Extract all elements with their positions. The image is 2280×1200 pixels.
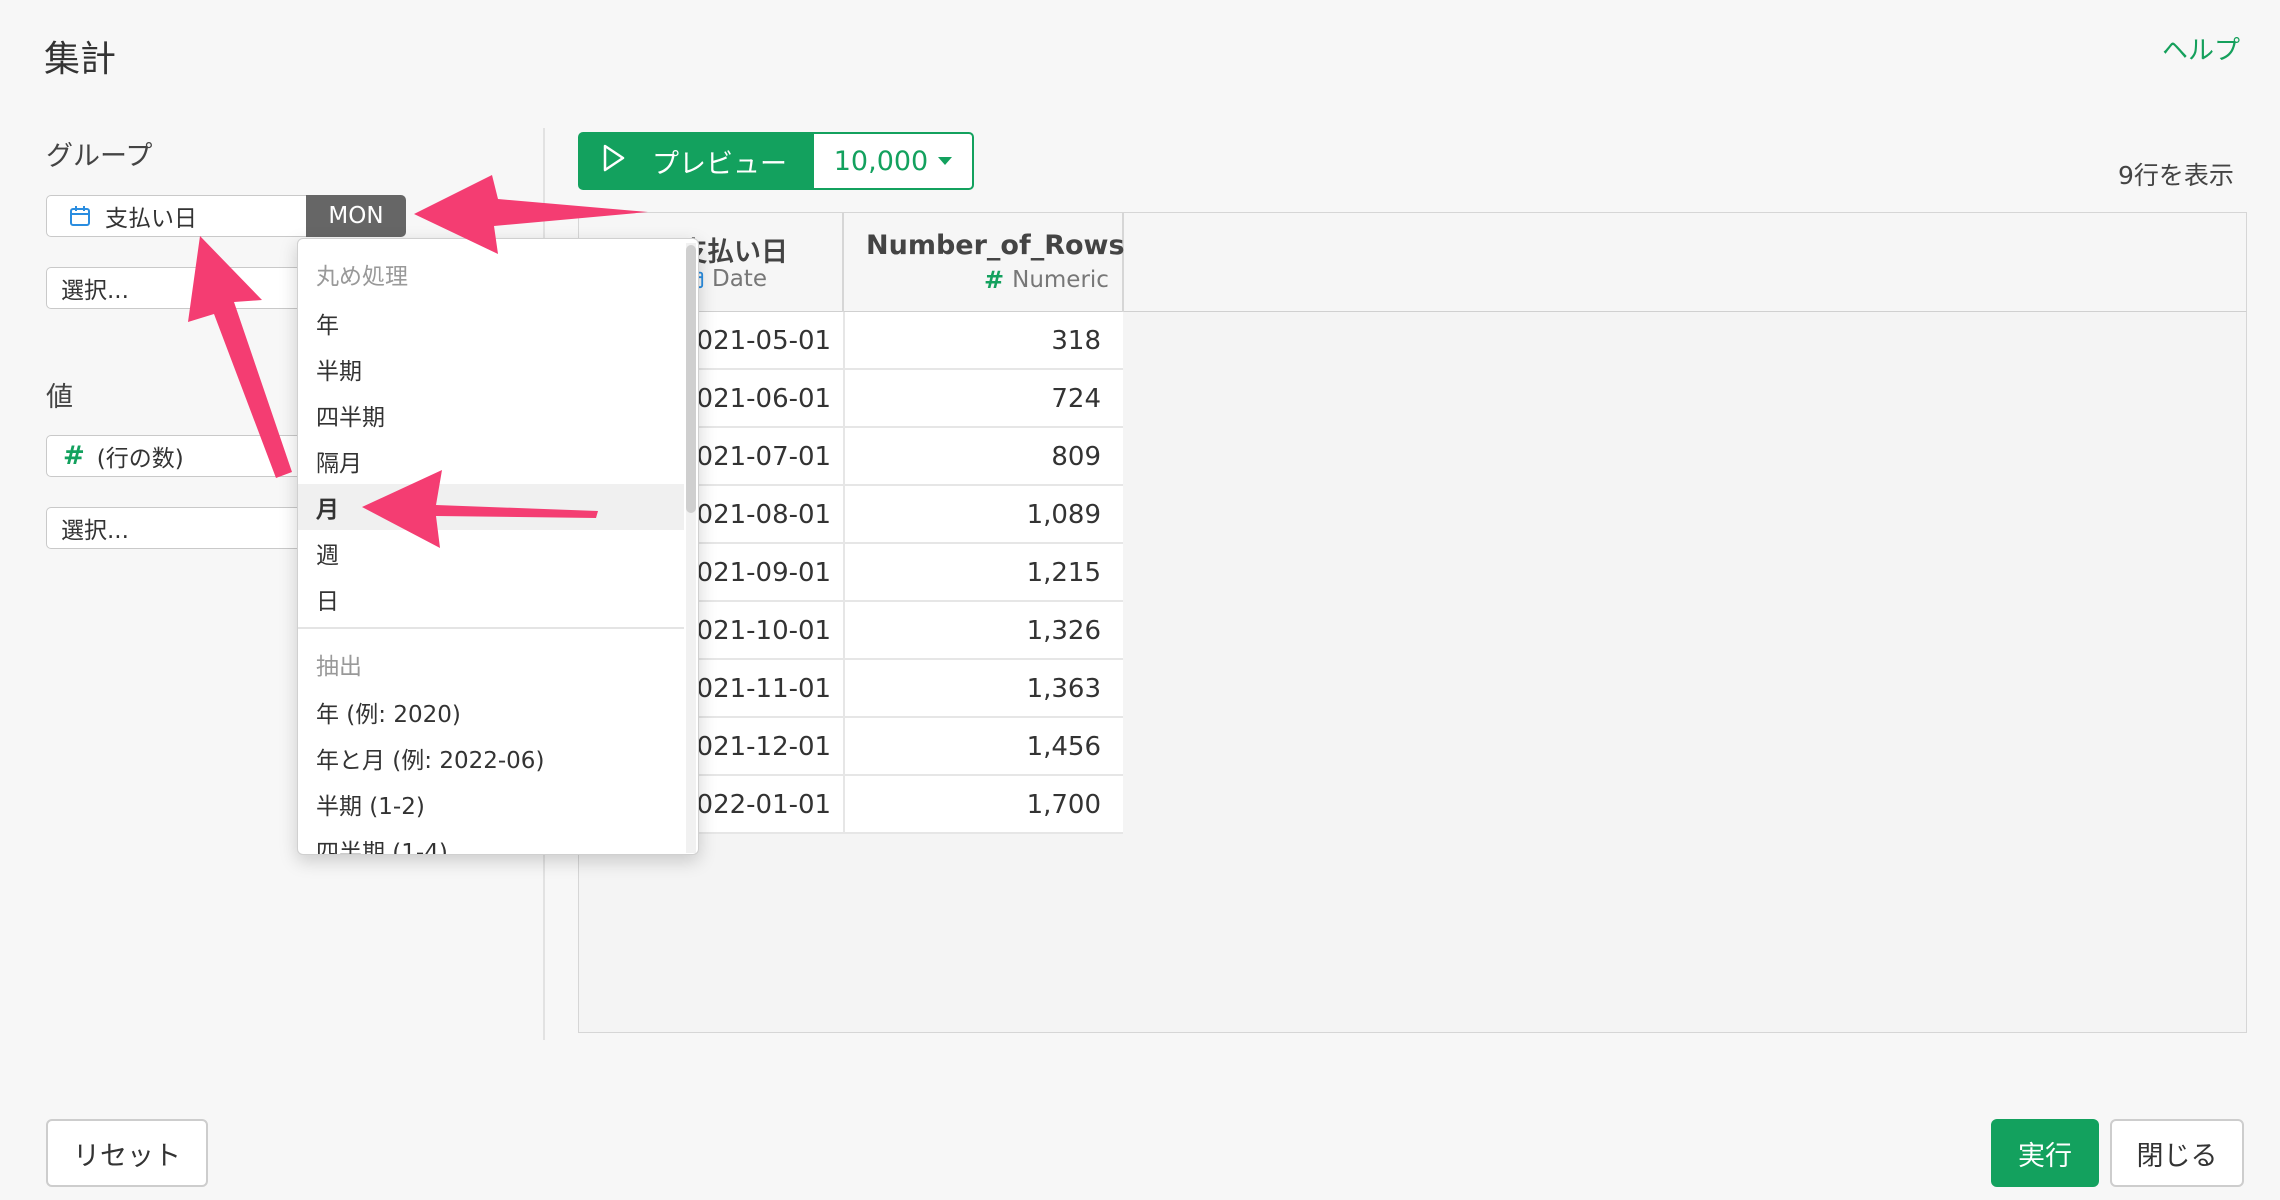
group-select-placeholder: 選択... (61, 278, 129, 304)
value-label: 値 (46, 382, 73, 413)
calendar-icon (69, 205, 91, 227)
cell-separator (843, 370, 845, 428)
dropdown-item-quarter[interactable]: 四半期 (298, 392, 684, 438)
cell-number-of-rows: 1,326 (1026, 616, 1101, 646)
value-select-placeholder: 選択... (61, 518, 129, 544)
dropdown-item-day[interactable]: 日 (298, 576, 684, 622)
dropdown-item-bimonth[interactable]: 隔月 (298, 438, 684, 484)
help-link[interactable]: ヘルプ (2162, 30, 2240, 67)
cell-payment-date: 2021-09-01 (680, 558, 832, 588)
cell-separator (843, 602, 845, 660)
cell-number-of-rows: 724 (1051, 384, 1101, 414)
row-limit-value: 10,000 (833, 145, 929, 177)
dropdown-item-year[interactable]: 年 (298, 300, 684, 346)
cell-separator (843, 486, 845, 544)
preview-button-label: プレビュー (652, 148, 787, 180)
cell-payment-date: 2021-10-01 (680, 616, 832, 646)
group-select[interactable]: 選択... (46, 267, 308, 309)
cell-number-of-rows: 318 (1051, 326, 1101, 356)
reset-button[interactable]: リセット (46, 1119, 208, 1187)
column-separator (1122, 212, 1124, 312)
group-field[interactable]: 支払い日 (46, 195, 308, 237)
column-type-label: Numeric (1012, 267, 1109, 293)
dropdown-item-extract-half[interactable]: 半期 (1-2) (298, 781, 684, 827)
cell-number-of-rows: 1,363 (1026, 674, 1101, 704)
cell-payment-date: 2021-08-01 (680, 500, 832, 530)
table-header (578, 212, 2247, 312)
cell-payment-date: 2021-07-01 (680, 442, 832, 472)
cell-separator (843, 718, 845, 776)
cell-number-of-rows: 1,456 (1026, 732, 1101, 762)
value-select[interactable]: 選択... (46, 507, 308, 549)
cell-number-of-rows: 1,700 (1026, 790, 1101, 820)
dropdown-scrollbar-thumb[interactable] (686, 245, 696, 513)
cell-separator (843, 428, 845, 486)
dropdown-item-extract-year[interactable]: 年 (例: 2020) (298, 689, 684, 735)
cell-separator (843, 544, 845, 602)
caret-down-icon (938, 157, 953, 165)
dropdown-item-extract-quarter[interactable]: 四半期 (1-4) (298, 827, 684, 854)
cell-number-of-rows: 809 (1051, 442, 1101, 472)
dropdown-item-half-year[interactable]: 半期 (298, 346, 684, 392)
cell-payment-date: 2021-05-01 (680, 326, 832, 356)
preview-button[interactable]: プレビュー (578, 132, 814, 190)
group-label: グループ (46, 141, 153, 172)
rounding-function-dropdown[interactable]: 丸め処理 年 半期 四半期 隔月 月 週 日 抽出 年 (例: 2020) 年と… (297, 238, 699, 855)
dropdown-item-extract-year-month[interactable]: 年と月 (例: 2022-06) (298, 735, 684, 781)
cell-payment-date: 2022-01-01 (680, 790, 832, 820)
cell-payment-date: 2021-06-01 (680, 384, 832, 414)
column-type-numeric: # Numeric (984, 266, 1109, 294)
dropdown-divider (298, 627, 684, 629)
close-button[interactable]: 閉じる (2110, 1119, 2244, 1187)
cell-number-of-rows: 1,215 (1026, 558, 1101, 588)
cell-payment-date: 2021-12-01 (680, 732, 832, 762)
row-limit-dropdown[interactable]: 10,000 (814, 132, 974, 190)
dropdown-section-extract: 抽出 (316, 654, 362, 680)
group-field-name: 支払い日 (105, 206, 197, 232)
cell-separator (843, 660, 845, 718)
cell-separator (843, 776, 845, 834)
dropdown-item-month[interactable]: 月 (298, 484, 684, 530)
cell-separator (843, 312, 845, 370)
dropdown-item-week[interactable]: 週 (298, 530, 684, 576)
column-separator (842, 212, 844, 312)
cell-payment-date: 2021-11-01 (680, 674, 832, 704)
play-icon (602, 144, 626, 179)
numeric-icon: # (984, 266, 1005, 294)
rows-count-info: 9行を表示 (2118, 161, 2234, 190)
dropdown-section-rounding: 丸め処理 (316, 264, 408, 290)
page-title: 集計 (44, 39, 117, 80)
group-function-button[interactable]: MON (306, 195, 406, 237)
column-header-number-of-rows[interactable]: Number_of_Rows (866, 230, 1125, 261)
value-field[interactable]: # (行の数) (46, 435, 308, 477)
cell-number-of-rows: 1,089 (1026, 500, 1101, 530)
value-field-name: (行の数) (96, 446, 184, 472)
run-button[interactable]: 実行 (1991, 1119, 2099, 1187)
numeric-icon: # (63, 441, 85, 471)
column-type-label: Date (712, 266, 767, 292)
